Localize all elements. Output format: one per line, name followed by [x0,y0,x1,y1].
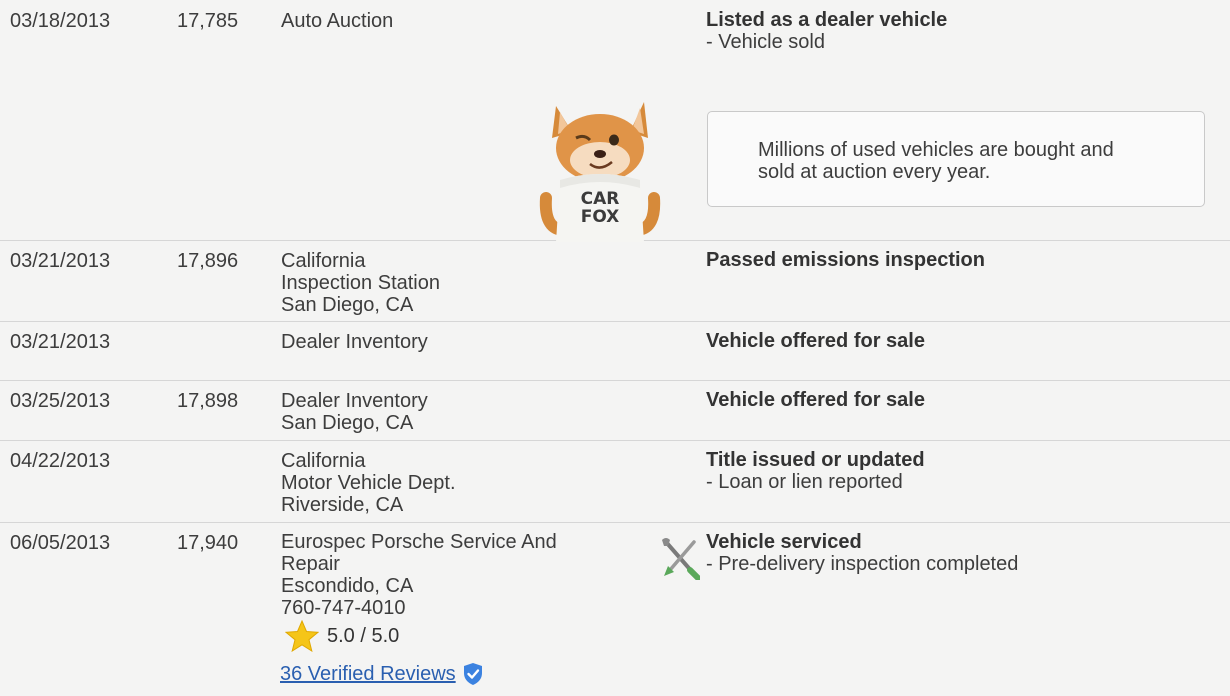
record-source: California Inspection Station San Diego,… [281,250,611,316]
record-event: Vehicle offered for sale [706,330,925,352]
source-line: Inspection Station [281,272,440,294]
source-line: Repair [281,553,340,575]
vehicle-history-table: 03/18/2013 17,785 Auto Auction Listed as… [0,0,1230,696]
record-event: Title issued or updated - Loan or lien r… [706,449,925,493]
source-line: San Diego, CA [281,294,414,316]
event-detail: - Pre-delivery inspection completed [706,553,1019,575]
record-odometer: 17,898 [177,390,239,412]
table-row: 06/05/2013 17,940 Eurospec Porsche Servi… [0,522,1230,696]
rating-value: 5.0 / 5.0 [327,624,400,647]
source-line: San Diego, CA [281,412,414,434]
source-line: Escondido, CA [281,575,414,597]
record-date: 03/21/2013 [10,250,111,272]
record-source: Eurospec Porsche Service And Repair Esco… [281,531,611,619]
star-icon [285,620,319,652]
record-odometer: 17,940 [177,532,239,554]
source-line: Riverside, CA [281,494,404,516]
callout-text-line-1: Millions of used vehicles are bought and [758,139,1114,161]
source-line: Motor Vehicle Dept. [281,472,456,494]
table-row: 04/22/2013 California Motor Vehicle Dept… [0,440,1230,523]
verified-badge-icon [463,663,482,685]
record-date: 03/25/2013 [10,390,111,412]
verified-reviews[interactable]: 36 Verified Reviews [280,662,484,686]
callout-text-line-2: sold at auction every year. [758,161,991,183]
source-line: California [281,450,366,472]
record-source: Dealer Inventory [281,331,611,353]
record-date: 03/18/2013 [10,10,111,32]
mascot-shirt-text-1: CAR [581,189,620,209]
event-title: Vehicle offered for sale [706,330,925,352]
record-date: 03/21/2013 [10,331,111,353]
source-line: Auto Auction [281,10,394,32]
carfox-mascot-icon: CAR FOX [539,102,661,242]
verified-reviews-link[interactable]: 36 Verified Reviews [280,663,456,686]
record-event: Listed as a dealer vehicle - Vehicle sol… [706,9,947,53]
event-title: Vehicle offered for sale [706,389,925,411]
event-detail: - Loan or lien reported [706,471,903,493]
record-odometer: 17,896 [177,250,239,272]
source-line: Eurospec Porsche Service And [281,531,557,553]
event-title: Listed as a dealer vehicle [706,9,948,31]
record-source: Auto Auction [281,10,611,32]
record-event: Passed emissions inspection [706,249,985,271]
shop-rating: 5.0 / 5.0 [285,620,399,652]
record-date: 04/22/2013 [10,450,111,472]
source-line: Dealer Inventory [281,331,428,353]
record-source: Dealer Inventory San Diego, CA [281,390,611,434]
event-title: Title issued or updated [706,449,925,471]
source-line: Dealer Inventory [281,390,428,412]
source-line: California [281,250,366,272]
record-event: Vehicle offered for sale [706,389,925,411]
table-row: 03/21/2013 17,896 California Inspection … [0,240,1230,322]
mascot-shirt-text-2: FOX [581,207,620,227]
table-row: 03/25/2013 17,898 Dealer Inventory San D… [0,380,1230,441]
record-source: California Motor Vehicle Dept. Riverside… [281,450,611,516]
table-row: 03/21/2013 Dealer Inventory Vehicle offe… [0,321,1230,381]
wrench-screwdriver-icon [662,538,700,580]
record-event: Vehicle serviced - Pre-delivery inspecti… [706,531,1018,575]
record-date: 06/05/2013 [10,532,111,554]
source-line: 760-747-4010 [281,597,406,619]
event-title: Vehicle serviced [706,531,862,553]
event-detail: - Vehicle sold [706,31,825,53]
auction-callout: Millions of used vehicles are bought and… [707,111,1205,207]
event-title: Passed emissions inspection [706,249,985,271]
record-odometer: 17,785 [177,10,239,32]
